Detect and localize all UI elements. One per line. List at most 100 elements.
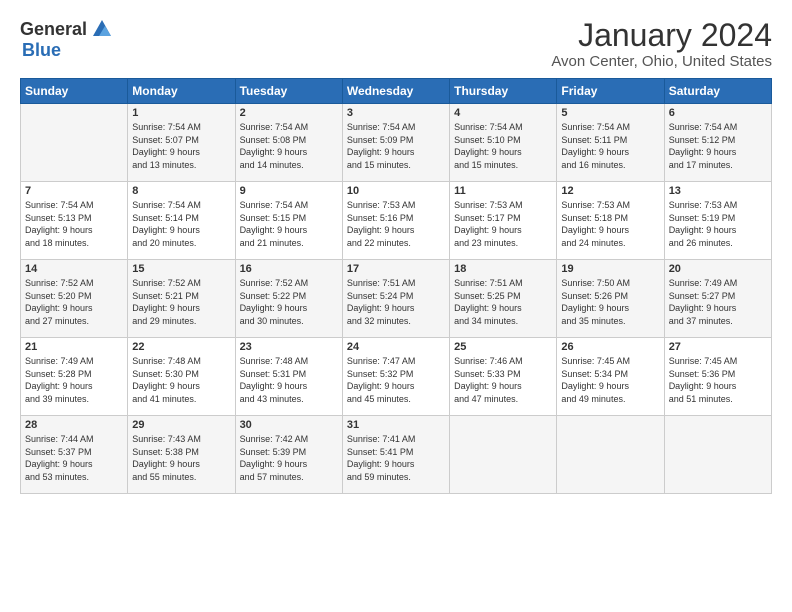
day-info: Sunrise: 7:54 AMSunset: 5:07 PMDaylight:… (132, 121, 230, 171)
day-info: Sunrise: 7:44 AMSunset: 5:37 PMDaylight:… (25, 433, 123, 483)
day-info: Sunrise: 7:43 AMSunset: 5:38 PMDaylight:… (132, 433, 230, 483)
day-info: Sunrise: 7:54 AMSunset: 5:12 PMDaylight:… (669, 121, 767, 171)
month-title: January 2024 (551, 18, 772, 53)
calendar-week-2: 14 Sunrise: 7:52 AMSunset: 5:20 PMDayligh… (21, 260, 772, 338)
table-row: 12 Sunrise: 7:53 AMSunset: 5:18 PMDayligh… (557, 182, 664, 260)
day-info: Sunrise: 7:50 AMSunset: 5:26 PMDaylight:… (561, 277, 659, 327)
logo-text: General (20, 18, 113, 40)
col-wednesday: Wednesday (342, 79, 449, 104)
table-row: 18Sunrise: 7:51 AMSunset: 5:25 PMDayligh… (450, 260, 557, 338)
table-row: 11Sunrise: 7:53 AMSunset: 5:17 PMDayligh… (450, 182, 557, 260)
day-number: 9 (240, 185, 338, 197)
calendar-page: General Blue January 2024 Avon Center, O… (0, 0, 792, 612)
table-row: 9 Sunrise: 7:54 AMSunset: 5:15 PMDaylight… (235, 182, 342, 260)
day-info: Sunrise: 7:47 AMSunset: 5:32 PMDaylight:… (347, 355, 445, 405)
table-row: 13 Sunrise: 7:53 AMSunset: 5:19 PMDayligh… (664, 182, 771, 260)
table-row: 4Sunrise: 7:54 AMSunset: 5:10 PMDaylight… (450, 104, 557, 182)
table-row: 24Sunrise: 7:47 AMSunset: 5:32 PMDayligh… (342, 338, 449, 416)
col-saturday: Saturday (664, 79, 771, 104)
table-row (450, 416, 557, 494)
table-row: 29 Sunrise: 7:43 AMSunset: 5:38 PMDayligh… (128, 416, 235, 494)
col-friday: Friday (557, 79, 664, 104)
day-info: Sunrise: 7:49 AMSunset: 5:27 PMDaylight:… (669, 277, 767, 327)
day-number: 1 (132, 107, 230, 119)
logo-general: General (20, 19, 87, 40)
calendar-week-3: 21 Sunrise: 7:49 AMSunset: 5:28 PMDayligh… (21, 338, 772, 416)
day-info: Sunrise: 7:41 AMSunset: 5:41 PMDaylight:… (347, 433, 445, 483)
day-info: Sunrise: 7:48 AMSunset: 5:31 PMDaylight:… (240, 355, 338, 405)
day-info: Sunrise: 7:53 AMSunset: 5:16 PMDaylight:… (347, 199, 445, 249)
day-number: 13 (669, 185, 767, 197)
day-number: 12 (561, 185, 659, 197)
day-number: 2 (240, 107, 338, 119)
day-number: 15 (132, 263, 230, 275)
table-row: 3Sunrise: 7:54 AMSunset: 5:09 PMDaylight… (342, 104, 449, 182)
table-row: 5Sunrise: 7:54 AMSunset: 5:11 PMDaylight… (557, 104, 664, 182)
table-row: 7Sunrise: 7:54 AMSunset: 5:13 PMDaylight… (21, 182, 128, 260)
day-info: Sunrise: 7:53 AMSunset: 5:18 PMDaylight:… (561, 199, 659, 249)
logo-blue: Blue (22, 40, 61, 61)
day-info: Sunrise: 7:52 AMSunset: 5:20 PMDaylight:… (25, 277, 123, 327)
day-info: Sunrise: 7:53 AMSunset: 5:19 PMDaylight:… (669, 199, 767, 249)
logo-icon (91, 18, 113, 40)
table-row: 19 Sunrise: 7:50 AMSunset: 5:26 PMDayligh… (557, 260, 664, 338)
day-number: 21 (25, 341, 123, 353)
table-row: 26Sunrise: 7:45 AMSunset: 5:34 PMDayligh… (557, 338, 664, 416)
table-row: 27 Sunrise: 7:45 AMSunset: 5:36 PMDayligh… (664, 338, 771, 416)
table-row: 31 Sunrise: 7:41 AMSunset: 5:41 PMDayligh… (342, 416, 449, 494)
day-number: 30 (240, 419, 338, 431)
day-info: Sunrise: 7:54 AMSunset: 5:15 PMDaylight:… (240, 199, 338, 249)
day-info: Sunrise: 7:48 AMSunset: 5:30 PMDaylight:… (132, 355, 230, 405)
day-info: Sunrise: 7:54 AMSunset: 5:11 PMDaylight:… (561, 121, 659, 171)
day-number: 17 (347, 263, 445, 275)
day-number: 7 (25, 185, 123, 197)
table-row: 1 Sunrise: 7:54 AMSunset: 5:07 PMDaylight… (128, 104, 235, 182)
table-row: 2 Sunrise: 7:54 AMSunset: 5:08 PMDaylight… (235, 104, 342, 182)
col-sunday: Sunday (21, 79, 128, 104)
table-row: 8 Sunrise: 7:54 AMSunset: 5:14 PMDaylight… (128, 182, 235, 260)
title-block: January 2024 Avon Center, Ohio, United S… (551, 18, 772, 70)
day-number: 14 (25, 263, 123, 275)
day-info: Sunrise: 7:45 AMSunset: 5:36 PMDaylight:… (669, 355, 767, 405)
logo: General Blue (20, 18, 113, 61)
day-info: Sunrise: 7:42 AMSunset: 5:39 PMDaylight:… (240, 433, 338, 483)
day-info: Sunrise: 7:54 AMSunset: 5:08 PMDaylight:… (240, 121, 338, 171)
day-number: 19 (561, 263, 659, 275)
table-row (21, 104, 128, 182)
day-info: Sunrise: 7:49 AMSunset: 5:28 PMDaylight:… (25, 355, 123, 405)
day-number: 3 (347, 107, 445, 119)
day-number: 10 (347, 185, 445, 197)
table-row: 10 Sunrise: 7:53 AMSunset: 5:16 PMDayligh… (342, 182, 449, 260)
col-thursday: Thursday (450, 79, 557, 104)
calendar-table: Sunday Monday Tuesday Wednesday Thursday… (20, 78, 772, 494)
day-number: 27 (669, 341, 767, 353)
day-info: Sunrise: 7:52 AMSunset: 5:21 PMDaylight:… (132, 277, 230, 327)
day-info: Sunrise: 7:54 AMSunset: 5:14 PMDaylight:… (132, 199, 230, 249)
table-row: 23 Sunrise: 7:48 AMSunset: 5:31 PMDayligh… (235, 338, 342, 416)
day-number: 29 (132, 419, 230, 431)
calendar-week-4: 28Sunrise: 7:44 AMSunset: 5:37 PMDayligh… (21, 416, 772, 494)
calendar-week-1: 7Sunrise: 7:54 AMSunset: 5:13 PMDaylight… (21, 182, 772, 260)
calendar-week-0: 1 Sunrise: 7:54 AMSunset: 5:07 PMDaylight… (21, 104, 772, 182)
day-number: 16 (240, 263, 338, 275)
day-number: 4 (454, 107, 552, 119)
day-number: 20 (669, 263, 767, 275)
day-number: 8 (132, 185, 230, 197)
table-row (557, 416, 664, 494)
day-number: 23 (240, 341, 338, 353)
table-row: 14 Sunrise: 7:52 AMSunset: 5:20 PMDayligh… (21, 260, 128, 338)
table-row: 28Sunrise: 7:44 AMSunset: 5:37 PMDayligh… (21, 416, 128, 494)
day-info: Sunrise: 7:45 AMSunset: 5:34 PMDaylight:… (561, 355, 659, 405)
day-info: Sunrise: 7:51 AMSunset: 5:25 PMDaylight:… (454, 277, 552, 327)
col-monday: Monday (128, 79, 235, 104)
table-row: 20 Sunrise: 7:49 AMSunset: 5:27 PMDayligh… (664, 260, 771, 338)
day-number: 31 (347, 419, 445, 431)
day-info: Sunrise: 7:51 AMSunset: 5:24 PMDaylight:… (347, 277, 445, 327)
location: Avon Center, Ohio, United States (551, 53, 772, 70)
table-row: 17 Sunrise: 7:51 AMSunset: 5:24 PMDayligh… (342, 260, 449, 338)
day-number: 22 (132, 341, 230, 353)
table-row: 6Sunrise: 7:54 AMSunset: 5:12 PMDaylight… (664, 104, 771, 182)
day-number: 11 (454, 185, 552, 197)
table-row: 21 Sunrise: 7:49 AMSunset: 5:28 PMDayligh… (21, 338, 128, 416)
table-row (664, 416, 771, 494)
